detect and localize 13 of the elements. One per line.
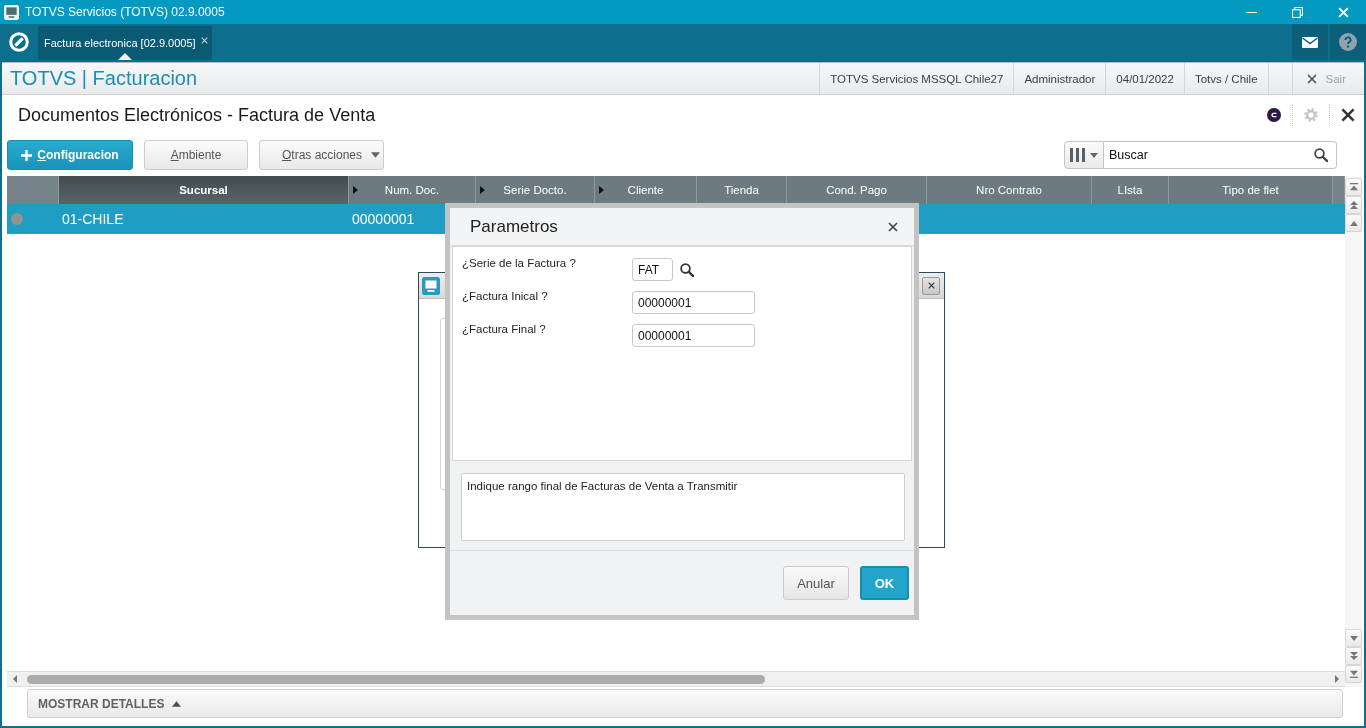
session-info: TOTVS Servicios MSSQL Chile27 (819, 63, 1014, 94)
session-info: Administrador (1013, 63, 1106, 94)
help-text: Indique rango final de Facturas de Venta a Transmitir (461, 473, 905, 541)
table-cell-text: 01-CHILE (61, 210, 125, 229)
app-title: TOTVS | Facturacion (9, 66, 198, 91)
session-info: Totvs / Chile (1183, 63, 1269, 94)
dialog-title: Parametros (470, 216, 558, 237)
session-info: 04/01/2022 (1105, 63, 1184, 94)
field-label: ¿Factura Final ? (462, 323, 546, 336)
field-label: ¿Factura Inical ? (462, 290, 548, 303)
window-title: TOTVS Servicios (TOTVS) 02.9.0005 (25, 5, 225, 19)
field-label: ¿Serie de la Factura ? (462, 257, 576, 270)
page-title: Documentos Electrónicos - Factura de Venta (18, 104, 376, 126)
